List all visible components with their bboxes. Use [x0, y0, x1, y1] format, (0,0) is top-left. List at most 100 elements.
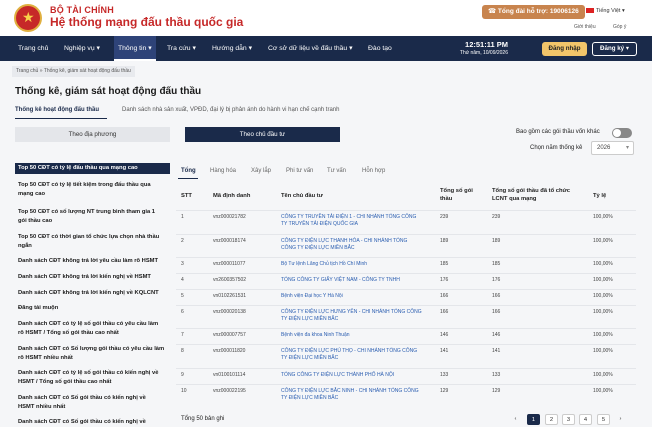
chevron-down-icon: ▾	[622, 8, 625, 14]
left-menu-item[interactable]: rõ HSMT / Tổng số gói thầu cao nhất	[15, 329, 170, 338]
language-label: Tiếng Việt	[596, 8, 621, 14]
hotline-badge[interactable]: ☎ Tổng đài hỗ trợ: 19006126	[482, 5, 585, 19]
cell-rate: 100,00%	[593, 309, 613, 315]
cell-stt: 5	[181, 293, 184, 299]
prev-page-button[interactable]: ‹	[509, 414, 522, 425]
left-menu-item[interactable]: rõ HSMT nhiều nhất	[15, 354, 170, 363]
cell-code: vnz000020138	[213, 309, 246, 315]
page-4-button[interactable]: 4	[579, 414, 592, 425]
cell-investor-name-line2[interactable]: TY TRUYỀN TẢI ĐIỆN QUỐC GIA	[281, 221, 358, 228]
nav-information[interactable]: Thông tin ▾	[114, 36, 156, 61]
chevron-down-icon: ▾	[349, 45, 353, 52]
cell-rate: 100,00%	[593, 388, 613, 394]
cell-total: 129	[440, 388, 449, 394]
cell-rate: 100,00%	[593, 348, 613, 354]
page-3-button[interactable]: 3	[562, 414, 575, 425]
nav-guide[interactable]: Hướng dẫn ▾	[212, 36, 252, 61]
subtab-construction[interactable]: Xây lắp	[251, 168, 271, 174]
breadcrumb-home[interactable]: Trang chủ	[16, 68, 38, 74]
cell-investor-name[interactable]: TỔNG CÔNG TY GIẤY VIỆT NAM - CÔNG TY TNH…	[281, 277, 400, 284]
clock-date: Thứ năm, 10/09/2026	[459, 50, 508, 56]
cell-investor-name[interactable]: CÔNG TY ĐIỆN LỰC THANH HÓA - CHI NHÁNH T…	[281, 238, 407, 245]
left-menu-item[interactable]: Danh sách CĐT có Số lượng gói thầu có yê…	[15, 345, 170, 354]
left-menu-item[interactable]: Top 50 CĐT có thời gian tổ chức lựa chọn…	[15, 233, 170, 242]
vietnam-flag-icon	[586, 8, 594, 14]
intro-link[interactable]: Giới thiệu	[574, 24, 596, 30]
cell-investor-name-line2[interactable]: TY ĐIỆN LỰC MIỀN BẮC	[281, 355, 338, 362]
cell-online: 146	[492, 332, 501, 338]
cell-investor-name-line2[interactable]: CÔNG TY ĐIỆN LỰC MIỀN BẮC	[281, 245, 355, 252]
left-menu-item[interactable]: HSMT / Tổng số gói thầu cao nhất	[15, 378, 170, 387]
cell-total: 141	[440, 348, 449, 354]
nav-lookup[interactable]: Tra cứu ▾	[167, 36, 196, 61]
chevron-down-icon: ▾	[248, 45, 253, 52]
subtab-total[interactable]: Tổng	[181, 168, 196, 174]
cell-investor-name[interactable]: CÔNG TY ĐIỆN LỰC PHÚ THỌ - CHI NHÁNH TỔN…	[281, 348, 417, 355]
system-name[interactable]: Hệ thống mạng đấu thầu quốc gia	[50, 15, 243, 29]
cell-investor-name-line2[interactable]: TY ĐIỆN LỰC MIỀN BẮC	[281, 316, 338, 323]
nav-guide-label: Hướng dẫn	[212, 45, 247, 52]
cell-investor-name[interactable]: Bệnh viện đa khoa Ninh Thuận	[281, 332, 350, 339]
nav-database[interactable]: Cơ sở dữ liệu về đấu thầu ▾	[268, 36, 353, 61]
nav-training[interactable]: Đào tạo	[368, 36, 392, 61]
left-menu-item[interactable]: ngắn	[15, 242, 170, 251]
year-label: Chọn năm thống kê	[530, 145, 583, 151]
page-2-button[interactable]: 2	[545, 414, 558, 425]
cell-investor-name[interactable]: CÔNG TY ĐIỆN LỰC BẮC NINH - CHI NHÁNH TỔ…	[281, 388, 419, 395]
col-header-total: Tổng số gói	[440, 188, 473, 194]
subtab-mixed[interactable]: Hỗn hợp	[362, 168, 385, 174]
nav-home[interactable]: Trang chủ	[18, 36, 48, 61]
cell-code: vnz000007757	[213, 332, 246, 338]
table-row: 1 vnz000021782 CÔNG TY TRUYỀN TẢI ĐIỆN 1 -…	[176, 210, 636, 234]
chevron-down-icon: ▾	[625, 145, 629, 151]
left-menu-item[interactable]: Đăng tải muộn	[15, 304, 170, 313]
left-menu-item[interactable]: gói thầu cao	[15, 217, 170, 226]
other-capital-toggle-label: Bao gồm các gói thầu vốn khác	[516, 129, 600, 135]
cell-investor-name[interactable]: Bộ Tư lệnh Lăng Chủ tịch Hồ Chí Minh	[281, 261, 367, 268]
breadcrumb-separator: »	[39, 68, 43, 74]
nav-business[interactable]: Nghiệp vụ ▾	[64, 36, 100, 61]
left-menu-item[interactable]: Danh sách CĐT không trả lời yêu cầu làm …	[15, 257, 170, 266]
login-button[interactable]: Đăng nhập	[542, 42, 587, 56]
cell-code: vn0100101114	[213, 372, 246, 378]
cell-online: 141	[492, 348, 501, 354]
register-button[interactable]: Đăng ký ▾	[592, 42, 637, 56]
left-menu-item[interactable]: mạng cao	[15, 190, 170, 199]
left-menu-item[interactable]: Top 50 CĐT có số lượng NT trung bình tha…	[15, 208, 170, 217]
page-5-button[interactable]: 5	[597, 414, 610, 425]
year-select[interactable]: 2026 ▾	[591, 141, 634, 155]
left-menu-item[interactable]: Top 50 CĐT có tỷ lệ đấu thầu qua mạng ca…	[15, 163, 170, 174]
left-menu-item[interactable]: Danh sách CĐT không trả lời kiến nghị về…	[15, 289, 170, 298]
subtab-non-consulting[interactable]: Phi tư vấn	[286, 168, 313, 174]
subtab-consulting[interactable]: Tư vấn	[327, 168, 346, 174]
cell-investor-name[interactable]: Bệnh viện Đại học Y Hà Nội	[281, 293, 343, 300]
national-emblem-logo[interactable]: ★	[14, 4, 42, 32]
page-1-button[interactable]: 1	[527, 414, 540, 425]
cell-stt: 6	[181, 309, 184, 315]
by-locality-button[interactable]: Theo địa phương	[15, 127, 170, 142]
left-menu-item[interactable]: HSMT nhiều nhất	[15, 403, 170, 412]
cell-investor-name[interactable]: CÔNG TY ĐIỆN LỰC HƯNG YÊN - CHI NHÁNH TỔ…	[281, 309, 422, 316]
cell-investor-name[interactable]: CÔNG TY TRUYỀN TẢI ĐIỆN 1 - CHI NHÁNH TỔ…	[281, 214, 416, 221]
subtab-goods[interactable]: Hàng hóa	[210, 168, 236, 174]
left-menu-item[interactable]: Danh sách CĐT có tỷ lệ số gói thầu có yê…	[15, 320, 170, 329]
cell-investor-name[interactable]: TỔNG CÔNG TY ĐIỆN LỰC THÀNH PHỐ HÀ NỘI	[281, 372, 394, 379]
left-menu-item[interactable]: Danh sách CĐT có tỷ lệ số gói thầu có ki…	[15, 369, 170, 378]
by-investor-button[interactable]: Theo chủ đầu tư	[185, 127, 340, 142]
left-menu-item[interactable]: Danh sách CĐT không trả lời kiến nghị về…	[15, 273, 170, 282]
next-page-button[interactable]: ›	[614, 414, 627, 425]
clock-time: 12:51:11 PM	[465, 40, 508, 49]
feedback-link[interactable]: Góp ý	[613, 24, 626, 30]
left-menu-item[interactable]: Danh sách CĐT có Số gói thầu có kiến ngh…	[15, 418, 170, 427]
tab-bidding-stats[interactable]: Thống kê hoạt động đấu thầu	[15, 107, 99, 113]
left-menu-item[interactable]: Top 50 CĐT có tỷ lệ tiết kiệm trong đấu …	[15, 181, 170, 190]
tab-manufacturer-list[interactable]: Danh sách nhà sản xuất, VPĐD, đại lý bị …	[122, 107, 339, 113]
other-capital-toggle[interactable]	[612, 128, 632, 138]
cell-code: vnz000011820	[213, 348, 246, 354]
cell-rate: 100,00%	[593, 372, 613, 378]
left-menu-item[interactable]: Danh sách CĐT có Số gói thầu có kiến ngh…	[15, 394, 170, 403]
cell-online: 166	[492, 309, 501, 315]
cell-online: 239	[492, 214, 501, 220]
cell-investor-name-line2[interactable]: TY ĐIỆN LỰC MIỀN BẮC	[281, 395, 338, 402]
language-selector[interactable]: Tiếng Việt ▾	[586, 8, 625, 14]
